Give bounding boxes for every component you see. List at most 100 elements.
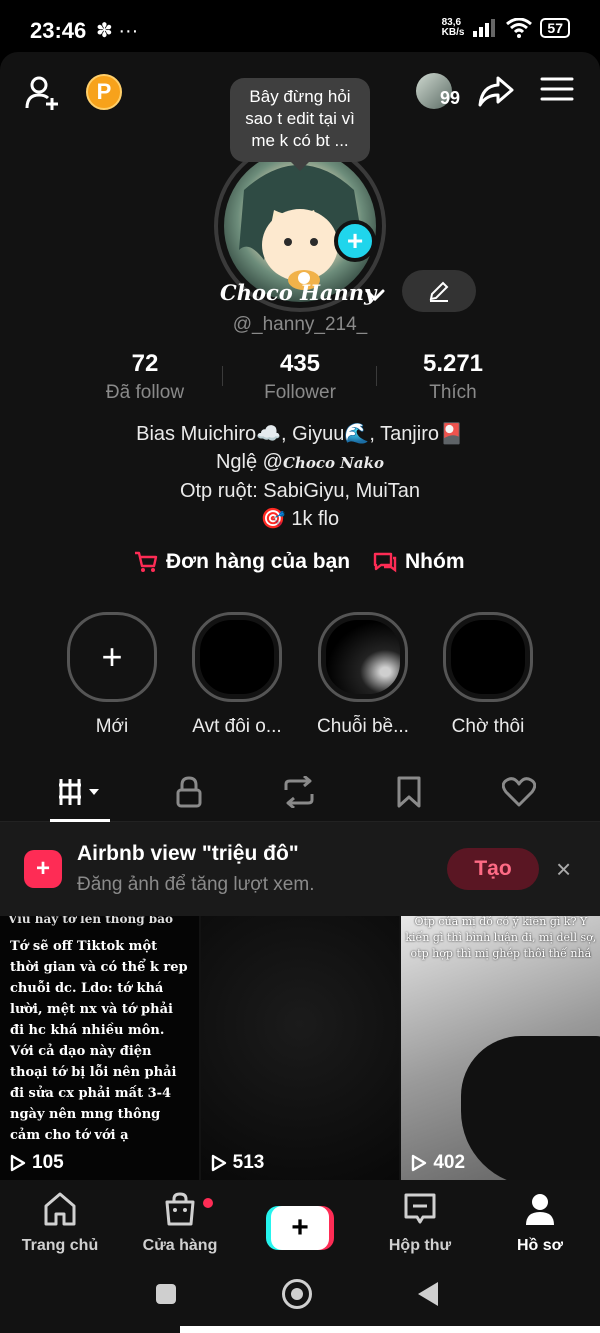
promo-subtitle: Đăng ảnh để tăng lượt xem. (77, 874, 315, 895)
lock-icon (176, 776, 202, 808)
profile-icon (526, 1194, 554, 1225)
tab-private[interactable] (154, 772, 224, 812)
display-name[interactable]: Choco Hanny (220, 280, 376, 305)
video-thumbnail[interactable]: 513 (200, 916, 400, 1186)
net-speed: 83,6 KB/s (442, 18, 465, 38)
highlight-label: Avt đôi o... (192, 716, 282, 737)
back-icon[interactable] (418, 1282, 438, 1306)
profile-screen: P 99 + Bây đừng hỏi sao t edit tại vì me… (0, 52, 600, 1333)
inbox-icon (404, 1193, 436, 1224)
add-friend-icon[interactable] (24, 74, 62, 112)
highlight-label: Chờ thôi (451, 716, 525, 737)
video-artwork (461, 1036, 600, 1186)
create-button[interactable]: + (266, 1206, 334, 1250)
heart-icon (502, 777, 536, 807)
tab-reposts[interactable] (264, 772, 334, 812)
stat-label: Đã follow (105, 382, 185, 403)
highlight-thumbnail (318, 612, 408, 702)
view-count: 513 (211, 1152, 265, 1174)
chevron-down-icon[interactable] (364, 284, 386, 306)
bookmark-icon (397, 776, 421, 808)
highlight-thumbnail (443, 612, 533, 702)
group-link[interactable]: Nhóm (373, 550, 465, 574)
video-caption: Tớ sẽ off Tiktok một thời gian và có thể… (10, 939, 188, 1143)
view-count: 105 (10, 1152, 64, 1174)
orders-label: Đơn hàng của bạn (166, 550, 351, 573)
content-tabs (0, 764, 600, 822)
view-count-value: 402 (433, 1152, 466, 1173)
close-icon[interactable]: × (556, 854, 571, 885)
bio-line: Nglệ @Choco Nako (0, 448, 600, 477)
nav-label: Trang chủ (21, 1237, 99, 1254)
stat-label: Thích (429, 382, 477, 403)
bio-mention-link[interactable]: Choco Nako (283, 454, 384, 472)
stats-divider (376, 366, 377, 386)
nav-label: Hộp thư (388, 1237, 452, 1254)
recent-apps-icon[interactable] (156, 1284, 176, 1304)
pencil-icon (429, 281, 449, 302)
highlight-new[interactable]: + Mới (52, 612, 172, 738)
add-avatar-button[interactable]: + (334, 220, 376, 262)
status-notification-icons: ✽ ··· (96, 20, 139, 42)
note-bubble[interactable]: Bây đừng hỏi sao t edit tại vì me k có b… (230, 78, 370, 171)
battery-indicator: 57 (540, 18, 570, 38)
nav-inbox[interactable]: Hộp thư (365, 1192, 475, 1255)
play-icon (211, 1154, 226, 1172)
video-thumbnail[interactable]: Vìu hãy tớ lên thông báo Tớ sẽ off Tikto… (0, 916, 199, 1186)
stat-followers[interactable]: 435 Follower (225, 350, 375, 404)
system-nav-bar (0, 1264, 600, 1333)
nav-label: Cửa hàng (142, 1237, 218, 1254)
tab-videos[interactable] (45, 772, 115, 812)
nav-profile[interactable]: Hồ sơ (485, 1192, 595, 1255)
create-icon: + (271, 1206, 329, 1250)
stats-divider (222, 366, 223, 386)
tab-liked[interactable] (484, 772, 554, 812)
promo-create-button[interactable]: Tạo (447, 848, 539, 890)
bio-line: 🎯 1k flo (260, 508, 340, 530)
video-grid: Vìu hãy tớ lên thông báo Tớ sẽ off Tikto… (0, 916, 600, 1186)
add-highlight-icon: + (67, 612, 157, 702)
group-label: Nhóm (405, 550, 465, 573)
view-count-value: 105 (32, 1152, 64, 1173)
stats-row: 72 Đã follow 435 Follower 5.271 Thích (70, 350, 530, 410)
promo-banner: + Airbnb view "triệu đô" Đăng ảnh để tăn… (0, 822, 600, 916)
stat-likes[interactable]: 5.271 Thích (378, 350, 528, 404)
highlight-item[interactable]: Chờ thôi (428, 612, 548, 738)
stat-label: Follower (264, 382, 336, 403)
net-speed-unit: KB/s (441, 27, 465, 38)
highlight-label: Chuỗi bề... (317, 716, 409, 737)
menu-icon[interactable] (540, 74, 574, 104)
promo-title: Airbnb view "triệu đô" (77, 842, 299, 865)
nav-home[interactable]: Trang chủ (5, 1192, 115, 1255)
wifi-icon (506, 18, 533, 38)
video-caption: Otp của mị đó có ý kiến gì k? Ý kiến gì … (405, 916, 597, 960)
name-row: Choco Hanny (0, 270, 600, 316)
repost-icon (284, 776, 314, 808)
edit-profile-button[interactable] (402, 270, 476, 312)
bio-line: Bias Muichiro☁️, Giyuu🌊, Tanjiro🎴 (136, 423, 464, 445)
story-highlights: + Mới Avt đôi o... Chuỗi bề... Chờ thôi (0, 612, 600, 742)
stat-value: 5.271 (422, 350, 484, 377)
video-thumbnail[interactable]: Otp của mị đó có ý kiến gì k? Ý kiến gì … (401, 916, 600, 1186)
cart-icon (135, 551, 158, 572)
nav-shop[interactable]: Cửa hàng (125, 1192, 235, 1255)
highlight-label: Mới (95, 716, 129, 737)
bio: Bias Muichiro☁️, Giyuu🌊, Tanjiro🎴 Nglệ @… (0, 420, 600, 533)
stat-following[interactable]: 72 Đã follow (70, 350, 220, 404)
orders-link[interactable]: Đơn hàng của bạn (134, 550, 350, 574)
play-icon (10, 1154, 26, 1172)
bio-line-prefix: Nglệ @ (215, 451, 283, 473)
tab-saved[interactable] (374, 772, 444, 812)
shop-icon (165, 1192, 195, 1226)
home-button-icon[interactable] (282, 1279, 312, 1309)
home-icon (44, 1192, 76, 1226)
highlight-item[interactable]: Chuỗi bề... (303, 612, 423, 738)
share-icon[interactable] (478, 74, 514, 108)
highlight-thumbnail (192, 612, 282, 702)
friend-count: 99 (440, 88, 461, 108)
promo-photo-icon: + (24, 850, 62, 888)
highlight-item[interactable]: Avt đôi o... (177, 612, 297, 738)
nav-label: Hồ sơ (516, 1237, 564, 1254)
coin-icon[interactable]: P (86, 74, 122, 110)
view-count-value: 513 (232, 1152, 265, 1173)
